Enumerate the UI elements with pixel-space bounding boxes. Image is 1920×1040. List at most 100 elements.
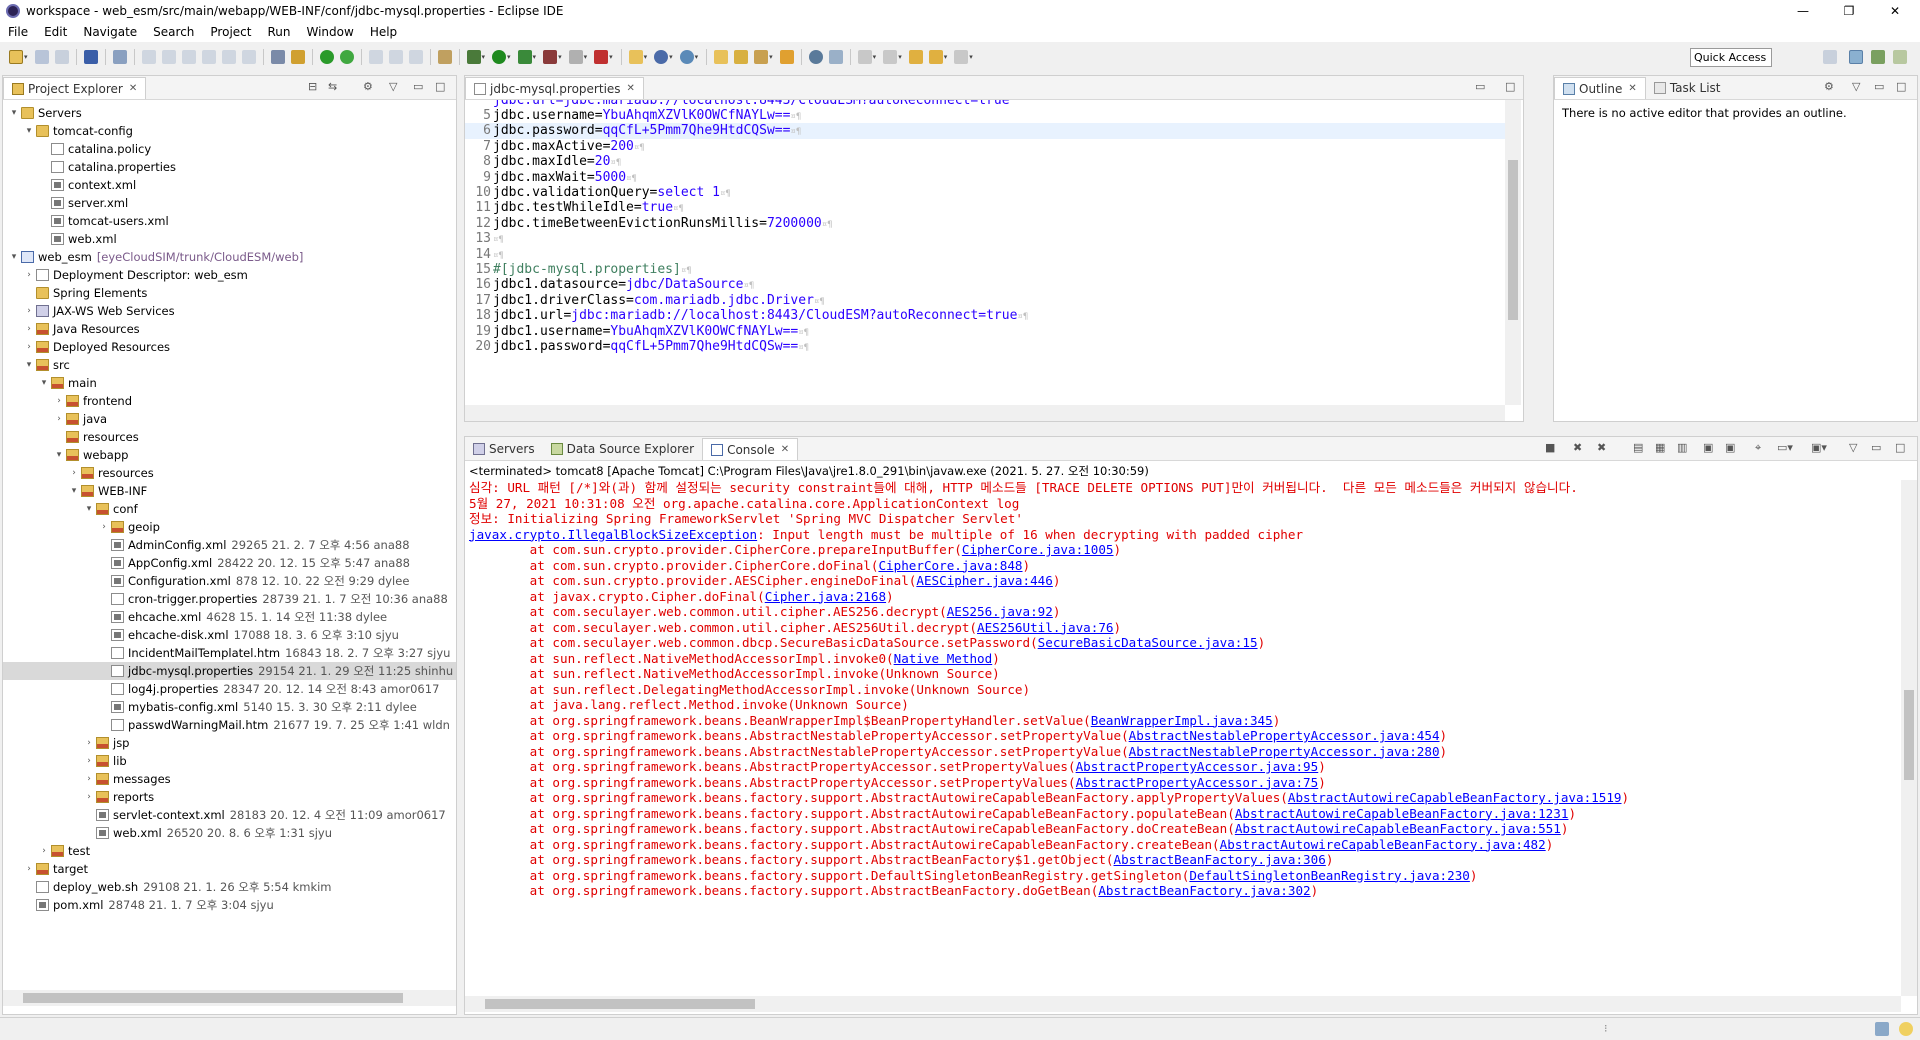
tree-item[interactable]: server.xml bbox=[3, 194, 128, 212]
start-server-icon[interactable] bbox=[319, 50, 334, 64]
tree-item[interactable]: web.xml 26520 20. 8. 6 오후 1:31 sjyu bbox=[3, 824, 332, 842]
open-resource-icon[interactable] bbox=[779, 50, 794, 64]
tip-icon[interactable] bbox=[1899, 1022, 1913, 1036]
progress-icon[interactable] bbox=[1875, 1022, 1889, 1036]
open-console-icon[interactable]: ▣▾ bbox=[1811, 441, 1827, 454]
minimize-editor-icon[interactable]: ▭ bbox=[1475, 80, 1485, 93]
stacktrace-link[interactable]: AbstractAutowireCapableBeanFactory.java:… bbox=[1288, 790, 1622, 805]
step-over-icon[interactable] bbox=[241, 50, 256, 64]
tree-item[interactable]: IncidentMailTemplatel.htm 16843 18. 2. 7 … bbox=[3, 644, 450, 662]
open-type-icon[interactable] bbox=[714, 50, 729, 64]
tree-item[interactable]: › frontend bbox=[3, 392, 132, 410]
forward-icon[interactable] bbox=[954, 50, 969, 64]
expand-toggle-icon[interactable]: › bbox=[24, 320, 34, 338]
view-menu-icon[interactable]: ▽ bbox=[1852, 80, 1860, 93]
maximize-view-icon[interactable]: □ bbox=[1895, 441, 1905, 454]
expand-toggle-icon[interactable]: › bbox=[84, 788, 94, 806]
menu-project[interactable]: Project bbox=[202, 25, 259, 39]
tree-item[interactable]: AppConfig.xml 28422 20. 12. 15 오후 5:47 an… bbox=[3, 554, 410, 572]
tree-item[interactable]: ▾ web_esm [eyeCloudSIM/trunk/CloudESM/web] bbox=[3, 248, 304, 266]
new-spring-icon[interactable] bbox=[679, 50, 694, 64]
show-stdout-icon[interactable]: ▣ bbox=[1703, 441, 1713, 454]
expand-toggle-icon[interactable]: ▾ bbox=[69, 482, 79, 500]
tree-item[interactable]: Spring Elements bbox=[3, 284, 147, 302]
tree-item[interactable]: tomcat-users.xml bbox=[3, 212, 169, 230]
expand-toggle-icon[interactable]: › bbox=[39, 842, 49, 860]
tree-item[interactable]: › Deployed Resources bbox=[3, 338, 170, 356]
spring-perspective-icon[interactable] bbox=[1893, 50, 1907, 64]
stacktrace-link[interactable]: Native Method bbox=[894, 651, 993, 666]
expand-toggle-icon[interactable]: › bbox=[69, 464, 79, 482]
stacktrace-link[interactable]: SecureBasicDataSource.java:15 bbox=[1038, 635, 1258, 650]
jee-perspective-icon[interactable] bbox=[1849, 50, 1863, 64]
step-into-icon[interactable] bbox=[221, 50, 236, 64]
collapse-all-icon[interactable]: ⊟ bbox=[308, 80, 317, 93]
show-whitespace-icon[interactable] bbox=[408, 50, 423, 64]
tree-item[interactable]: AdminConfig.xml 29265 21. 2. 7 오후 4:56 an… bbox=[3, 536, 410, 554]
tree-hscrollbar[interactable] bbox=[3, 990, 456, 1006]
stacktrace-link[interactable]: AbstractAutowireCapableBeanFactory.java:… bbox=[1235, 806, 1569, 821]
tree-item[interactable]: cron-trigger.properties 28739 21. 1. 7 오전… bbox=[3, 590, 448, 608]
debug-perspective-icon[interactable] bbox=[1871, 50, 1885, 64]
editor-vscroll-thumb[interactable] bbox=[1508, 160, 1518, 320]
expand-toggle-icon[interactable]: ▾ bbox=[24, 356, 34, 374]
stacktrace-link[interactable]: AbstractBeanFactory.java:306 bbox=[1114, 852, 1326, 867]
disconnect-icon[interactable] bbox=[201, 50, 216, 64]
skip-breakpoints-icon[interactable] bbox=[112, 50, 127, 64]
tree-item[interactable]: jdbc-mysql.properties 29154 21. 1. 29 오전 … bbox=[3, 662, 456, 680]
console-output[interactable]: 심각: URL 패턴 [/*]와(과) 함께 설정되는 security con… bbox=[469, 480, 1897, 996]
tree-item[interactable]: › geoip bbox=[3, 518, 160, 536]
tree-item[interactable]: › test bbox=[3, 842, 90, 860]
tab-outline[interactable]: Outline ✕ bbox=[1554, 77, 1646, 99]
minimize-view-icon[interactable]: ▭ bbox=[413, 80, 423, 93]
external-tools-icon[interactable] bbox=[543, 50, 558, 64]
tree-item[interactable]: › messages bbox=[3, 770, 171, 788]
tree-item[interactable]: ▾ tomcat-config bbox=[3, 122, 133, 140]
stacktrace-link[interactable]: AES256Util.java:76 bbox=[977, 620, 1113, 635]
tree-item[interactable]: ▾ Servers bbox=[3, 104, 82, 122]
menu-search[interactable]: Search bbox=[145, 25, 202, 39]
editor-vscrollbar[interactable] bbox=[1505, 100, 1521, 405]
new-class-icon[interactable] bbox=[654, 50, 669, 64]
expand-toggle-icon[interactable]: ▾ bbox=[84, 500, 94, 518]
terminal-icon[interactable] bbox=[83, 50, 98, 64]
filter-icon[interactable]: ⚙ bbox=[363, 80, 373, 93]
tree-item[interactable]: › java bbox=[3, 410, 107, 428]
tree-item[interactable]: › Deployment Descriptor: web_esm bbox=[3, 266, 248, 284]
expand-toggle-icon[interactable]: ▾ bbox=[54, 446, 64, 464]
coverage-icon[interactable] bbox=[517, 50, 532, 64]
expand-toggle-icon[interactable]: › bbox=[54, 410, 64, 428]
stacktrace-link[interactable]: AESCipher.java:446 bbox=[916, 573, 1052, 588]
toggle-mark-icon[interactable] bbox=[270, 50, 285, 64]
tree-item[interactable]: passwdWarningMail.htm 21677 19. 7. 25 오후 … bbox=[3, 716, 450, 734]
tree-item[interactable]: ehcache.xml 4628 15. 1. 14 오전 11:38 dylee bbox=[3, 608, 387, 626]
publish-icon[interactable] bbox=[339, 50, 354, 64]
stacktrace-link[interactable]: javax.crypto.IllegalBlockSizeException bbox=[469, 527, 757, 542]
expand-toggle-icon[interactable]: › bbox=[24, 302, 34, 320]
menu-file[interactable]: File bbox=[0, 25, 36, 39]
word-wrap-icon[interactable]: ▥ bbox=[1677, 441, 1687, 454]
tab-jdbc-mysql-properties[interactable]: jdbc-mysql.properties ✕ bbox=[465, 77, 644, 99]
open-perspective-icon[interactable] bbox=[1823, 50, 1837, 64]
tree-item[interactable]: › jsp bbox=[3, 734, 129, 752]
console-vscrollbar[interactable] bbox=[1901, 480, 1917, 996]
search-icon[interactable] bbox=[754, 50, 769, 64]
maximize-view-icon[interactable]: □ bbox=[435, 80, 445, 93]
remove-launch-icon[interactable]: ✖ bbox=[1573, 441, 1582, 454]
expand-toggle-icon[interactable]: ▾ bbox=[24, 122, 34, 140]
maximize-button[interactable]: ❐ bbox=[1826, 0, 1872, 22]
toggle-block-icon[interactable] bbox=[290, 50, 305, 64]
stacktrace-link[interactable]: BeanWrapperImpl.java:345 bbox=[1091, 713, 1273, 728]
tree-item[interactable]: › lib bbox=[3, 752, 127, 770]
close-icon[interactable]: ✕ bbox=[129, 83, 137, 94]
tree-item[interactable]: servlet-context.xml 28183 20. 12. 4 오전 11… bbox=[3, 806, 446, 824]
expand-toggle-icon[interactable]: ▾ bbox=[9, 104, 19, 122]
stacktrace-link[interactable]: AbstractAutowireCapableBeanFactory.java:… bbox=[1235, 821, 1561, 836]
link-editor-icon[interactable]: ⇆ bbox=[328, 80, 337, 93]
expand-toggle-icon[interactable]: ▾ bbox=[9, 248, 19, 266]
stacktrace-link[interactable]: AbstractAutowireCapableBeanFactory.java:… bbox=[1220, 837, 1546, 852]
tab-project-explorer[interactable]: Project Explorer ✕ bbox=[3, 77, 147, 99]
tree-item[interactable]: ▾ main bbox=[3, 374, 97, 392]
menu-navigate[interactable]: Navigate bbox=[75, 25, 145, 39]
debug-icon[interactable] bbox=[466, 50, 481, 64]
